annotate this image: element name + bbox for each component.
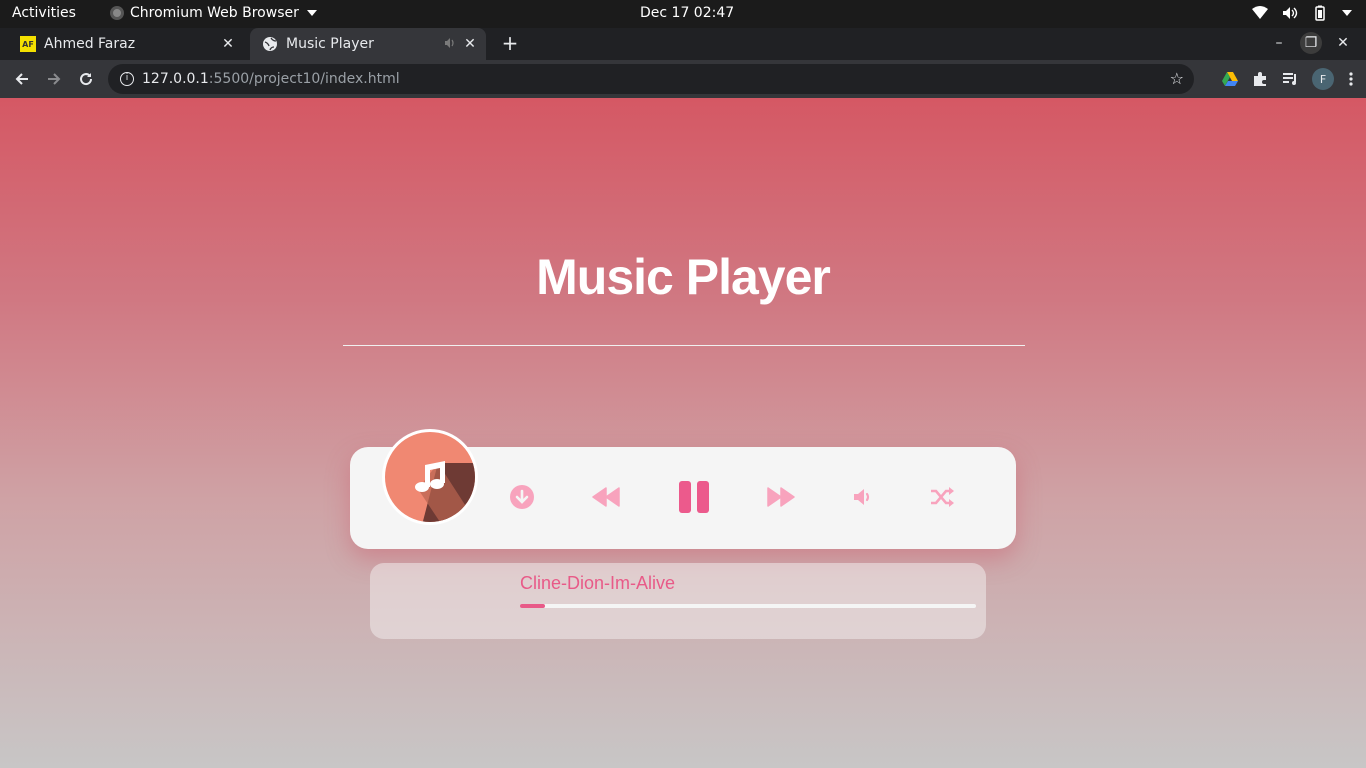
tab-music-player[interactable]: Music Player ✕ xyxy=(250,28,486,60)
system-top-bar: Activities Chromium Web Browser Dec 17 0… xyxy=(0,0,1366,28)
download-icon xyxy=(510,485,534,509)
window-controls: – ❐ ✕ xyxy=(1268,32,1354,54)
tab-strip: AF Ahmed Faraz ✕ Music Player ✕ + – ❐ ✕ xyxy=(0,28,1366,60)
battery-icon xyxy=(1315,5,1325,21)
more-vert-icon[interactable] xyxy=(1348,71,1354,87)
fast-forward-button[interactable] xyxy=(763,479,799,515)
page-content: Music Player Cline-Dion-Im-Alive xyxy=(0,98,1366,768)
page-title: Music Player xyxy=(536,249,831,305)
rewind-icon xyxy=(592,487,620,507)
volume-icon xyxy=(854,489,870,505)
app-menu-label: Chromium Web Browser xyxy=(130,5,299,21)
tab-title: Ahmed Faraz xyxy=(44,36,136,52)
chevron-down-icon xyxy=(1342,10,1352,16)
album-art xyxy=(382,429,478,525)
song-title: Cline-Dion-Im-Alive xyxy=(520,573,676,593)
url-path: :5500/project10/index.html xyxy=(208,71,400,87)
arrow-right-icon xyxy=(48,73,61,85)
new-tab-button[interactable]: + xyxy=(498,32,522,56)
globe-icon xyxy=(262,36,278,52)
puzzle-icon[interactable] xyxy=(1252,71,1268,87)
volume-button[interactable] xyxy=(845,479,881,515)
browser-toolbar: i 127.0.0.1:5500/project10/index.html ☆ … xyxy=(0,60,1366,98)
player-controls-card xyxy=(350,429,1016,549)
activities-button[interactable]: Activities xyxy=(12,5,76,21)
forward-button[interactable] xyxy=(43,68,65,90)
speaker-icon xyxy=(1283,7,1298,19)
google-drive-icon[interactable] xyxy=(1222,72,1238,86)
track-info-panel: Cline-Dion-Im-Alive xyxy=(370,563,986,639)
shuffle-button[interactable] xyxy=(925,479,961,515)
bookmark-star-icon[interactable]: ☆ xyxy=(1170,69,1184,88)
system-tray[interactable] xyxy=(1252,5,1352,21)
tab-title: Music Player xyxy=(286,36,374,52)
close-icon[interactable]: ✕ xyxy=(220,36,236,52)
restore-button[interactable]: ❐ xyxy=(1300,32,1322,54)
url-host: 127.0.0.1 xyxy=(142,71,209,87)
chromium-icon xyxy=(110,6,124,20)
info-icon[interactable]: i xyxy=(120,72,134,86)
download-button[interactable] xyxy=(504,479,540,515)
extensions-area: F xyxy=(1222,68,1354,90)
arrow-left-icon xyxy=(15,73,28,85)
chevron-down-icon xyxy=(306,10,317,16)
reload-button[interactable] xyxy=(75,68,97,90)
audio-playing-icon[interactable] xyxy=(444,37,456,53)
reload-icon xyxy=(80,73,93,86)
media-queue-icon[interactable] xyxy=(1282,72,1298,86)
progress-bar[interactable] xyxy=(520,604,976,608)
close-window-button[interactable]: ✕ xyxy=(1332,32,1354,54)
shuffle-icon xyxy=(931,487,954,507)
rewind-button[interactable] xyxy=(588,479,624,515)
fast-forward-icon xyxy=(767,487,795,507)
app-menu[interactable]: Chromium Web Browser xyxy=(110,5,317,21)
close-icon[interactable]: ✕ xyxy=(462,36,478,52)
af-favicon-icon: AF xyxy=(20,36,36,52)
title-divider xyxy=(343,345,1025,346)
profile-avatar[interactable]: F xyxy=(1312,68,1334,90)
minimize-button[interactable]: – xyxy=(1268,32,1290,54)
tab-ahmed-faraz[interactable]: AF Ahmed Faraz ✕ xyxy=(8,28,244,60)
pause-button[interactable] xyxy=(676,479,712,515)
clock[interactable]: Dec 17 02:47 xyxy=(640,5,734,21)
pause-icon xyxy=(679,481,709,513)
music-note-icon xyxy=(415,461,475,522)
address-bar[interactable]: i 127.0.0.1:5500/project10/index.html ☆ xyxy=(108,64,1194,94)
progress-fill xyxy=(520,604,546,608)
wifi-icon xyxy=(1252,6,1268,19)
back-button[interactable] xyxy=(11,68,33,90)
